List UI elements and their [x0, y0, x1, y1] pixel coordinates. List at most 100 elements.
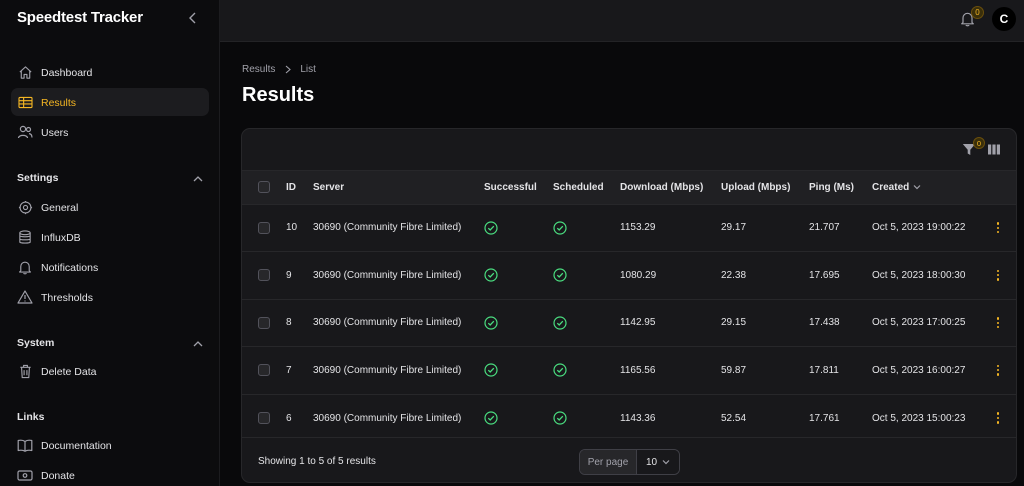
sidebar-item-influxdb[interactable]: InfluxDB — [11, 223, 209, 251]
successful-check-icon — [484, 316, 553, 330]
breadcrumb-current: List — [300, 64, 316, 75]
column-header-ping: Ping (Ms) — [809, 181, 854, 193]
row-actions-icon[interactable] — [992, 316, 1004, 330]
sidebar: Speedtest Tracker Dashboard Results User… — [0, 0, 220, 486]
row-checkbox[interactable] — [258, 221, 270, 234]
cell-download: 1080.29 — [620, 269, 657, 281]
cell-download: 1143.36 — [620, 412, 656, 424]
sidebar-item-users[interactable]: Users — [11, 118, 209, 146]
cell-ping: 17.811 — [809, 364, 839, 376]
sidebar-item-label: Thresholds — [41, 291, 93, 304]
warning-icon — [17, 289, 33, 305]
table-row[interactable]: 10 30690 (Community Fibre Limited) 1153.29… — [242, 204, 1016, 252]
links-group-heading: Links — [17, 411, 203, 423]
notifications-count-badge: 0 — [971, 6, 984, 19]
user-avatar[interactable]: C — [992, 7, 1016, 31]
cell-download: 1142.95 — [620, 317, 656, 329]
cell-id: 9 — [286, 269, 292, 281]
successful-check-icon — [484, 411, 553, 425]
toggle-columns-icon[interactable] — [987, 143, 1001, 157]
table-toolbar: 0 — [242, 129, 1016, 171]
row-actions-icon[interactable] — [992, 268, 1004, 282]
table-row[interactable]: 6 30690 (Community Fibre Limited) 1143.36 5… — [242, 394, 1016, 442]
column-header-server: Server — [313, 181, 345, 193]
row-checkbox[interactable] — [258, 364, 270, 377]
sidebar-item-results[interactable]: Results — [11, 88, 209, 116]
cell-id: 7 — [286, 364, 292, 376]
cell-download: 1153.29 — [620, 222, 656, 234]
settings-group-toggle[interactable]: Settings — [17, 172, 203, 184]
breadcrumb: Results List — [242, 64, 316, 75]
chevron-up-icon — [193, 340, 203, 346]
sidebar-item-label: Documentation — [41, 439, 112, 452]
row-actions-icon[interactable] — [992, 363, 1004, 377]
cell-id: 8 — [286, 317, 292, 329]
cell-ping: 17.761 — [809, 412, 840, 424]
sidebar-item-donate[interactable]: Donate — [11, 461, 209, 486]
pagination-summary: Showing 1 to 5 of 5 results — [258, 456, 376, 467]
per-page-select[interactable]: Per page 10 — [579, 449, 680, 475]
home-icon — [17, 64, 33, 80]
table-row[interactable]: 7 30690 (Community Fibre Limited) 1165.56 5… — [242, 346, 1016, 395]
column-header-id: ID — [286, 181, 296, 193]
app-title: Speedtest Tracker — [17, 8, 143, 26]
sidebar-item-dashboard[interactable]: Dashboard — [11, 58, 209, 86]
per-page-value-wrap: 10 — [637, 450, 679, 474]
table-row[interactable]: 8 30690 (Community Fibre Limited) 1142.95 2… — [242, 299, 1016, 347]
cell-server: 30690 (Community Fibre Limited) — [313, 222, 462, 234]
column-header-scheduled: Scheduled — [553, 181, 604, 193]
sidebar-item-delete-data[interactable]: Delete Data — [11, 357, 209, 385]
cell-created: Oct 5, 2023 19:00:22 — [872, 222, 966, 234]
donate-icon — [17, 467, 33, 483]
per-page-label: Per page — [580, 450, 637, 474]
row-checkbox[interactable] — [258, 316, 270, 329]
table-row[interactable]: 9 30690 (Community Fibre Limited) 1080.29 2… — [242, 251, 1016, 300]
filter-count-badge: 0 — [973, 137, 985, 149]
row-actions-icon[interactable] — [992, 221, 1004, 235]
cog-icon — [17, 199, 33, 215]
sidebar-item-documentation[interactable]: Documentation — [11, 431, 209, 459]
cell-ping: 17.695 — [809, 269, 840, 281]
sidebar-item-label: General — [41, 201, 79, 214]
sidebar-item-general[interactable]: General — [11, 193, 209, 221]
database-icon — [17, 229, 33, 245]
scheduled-check-icon — [553, 221, 620, 235]
sidebar-item-label: Donate — [41, 469, 75, 482]
cell-created: Oct 5, 2023 16:00:27 — [872, 364, 966, 376]
row-actions-icon[interactable] — [992, 411, 1004, 425]
collapse-sidebar-icon[interactable] — [185, 11, 199, 25]
results-table: ID Server Successful Scheduled Download … — [242, 171, 1016, 442]
column-header-download: Download (Mbps) — [620, 181, 704, 193]
results-table-card: 0 ID Server Successful Scheduled Downloa… — [241, 128, 1017, 483]
users-icon — [17, 124, 33, 140]
cell-upload: 59.87 — [721, 364, 747, 376]
scheduled-check-icon — [553, 316, 620, 330]
sidebar-item-notifications[interactable]: Notifications — [11, 253, 209, 281]
bell-icon — [17, 259, 33, 275]
sidebar-item-label: Users — [41, 126, 69, 139]
successful-check-icon — [484, 221, 553, 235]
page-title: Results — [242, 84, 315, 106]
trash-icon — [17, 363, 33, 379]
system-group-toggle[interactable]: System — [17, 337, 203, 349]
cell-server: 30690 (Community Fibre Limited) — [313, 412, 462, 424]
row-checkbox[interactable] — [258, 269, 270, 282]
column-header-created-sort[interactable]: Created — [872, 171, 988, 204]
cell-upload: 22.38 — [721, 269, 747, 281]
cell-upload: 52.54 — [721, 412, 747, 424]
row-checkbox[interactable] — [258, 412, 270, 424]
cell-created: Oct 5, 2023 17:00:25 — [872, 317, 966, 329]
cell-ping: 21.707 — [809, 222, 840, 234]
cell-server: 30690 (Community Fibre Limited) — [313, 317, 462, 329]
select-all-checkbox[interactable] — [258, 181, 270, 194]
successful-check-icon — [484, 363, 553, 377]
scheduled-check-icon — [553, 268, 620, 282]
breadcrumb-results-link[interactable]: Results — [242, 64, 275, 75]
top-bar: 0 C — [220, 0, 1024, 42]
table-footer: Showing 1 to 5 of 5 results Per page 10 — [242, 437, 1016, 482]
chevron-down-icon — [662, 460, 670, 465]
brand-row: Speedtest Tracker — [0, 0, 219, 36]
cell-upload: 29.15 — [721, 317, 747, 329]
sidebar-item-thresholds[interactable]: Thresholds — [11, 283, 209, 311]
cell-server: 30690 (Community Fibre Limited) — [313, 269, 462, 281]
